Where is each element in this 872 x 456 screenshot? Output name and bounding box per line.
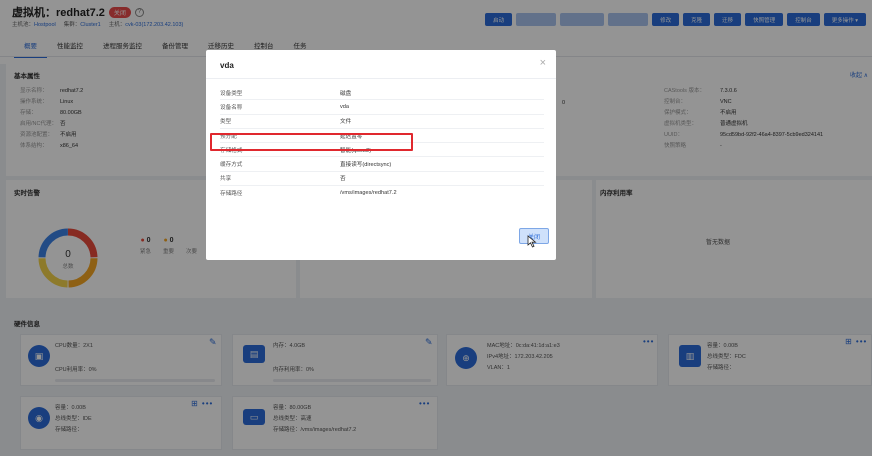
highlight-box (210, 133, 413, 151)
modal-row: 类型 文件 (220, 115, 544, 129)
modal-title: vda (220, 61, 234, 70)
disk-detail-modal: vda × 设备类型 磁盘 设备名称 vda 类型 文件 预分配 延迟置零 存储格式 智能… (206, 50, 556, 260)
modal-row: 设备名称 vda (220, 100, 544, 115)
modal-row: 缓存方式 直接读写(directsync) (220, 158, 544, 172)
modal-row: 共享否 (220, 172, 544, 187)
close-icon[interactable]: × (540, 57, 546, 69)
modal-divider (206, 78, 556, 79)
mouse-cursor-icon (527, 235, 537, 248)
modal-row: 设备类型 磁盘 (220, 86, 544, 101)
modal-row: 存储路径/vms/images/redhat7.2 (220, 190, 397, 198)
